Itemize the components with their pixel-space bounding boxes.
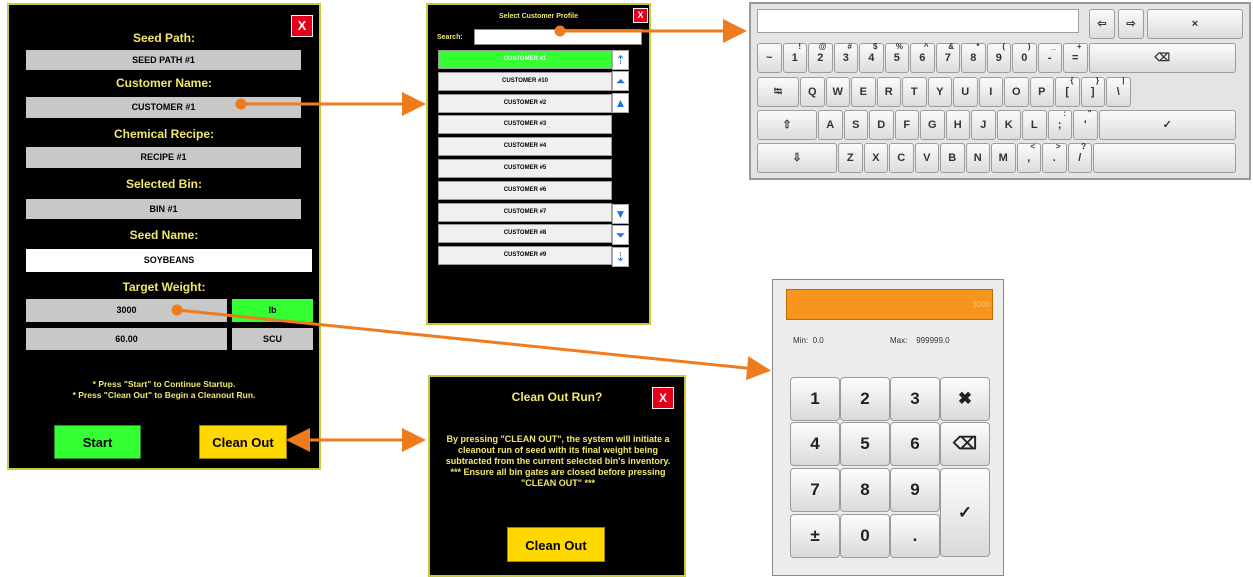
search-callout-dot <box>554 25 566 37</box>
callout-arrows <box>171 19 771 452</box>
customer-callout-dot <box>235 98 247 110</box>
weight-callout-arrow <box>176 308 771 381</box>
weight-callout-dot <box>171 304 183 316</box>
